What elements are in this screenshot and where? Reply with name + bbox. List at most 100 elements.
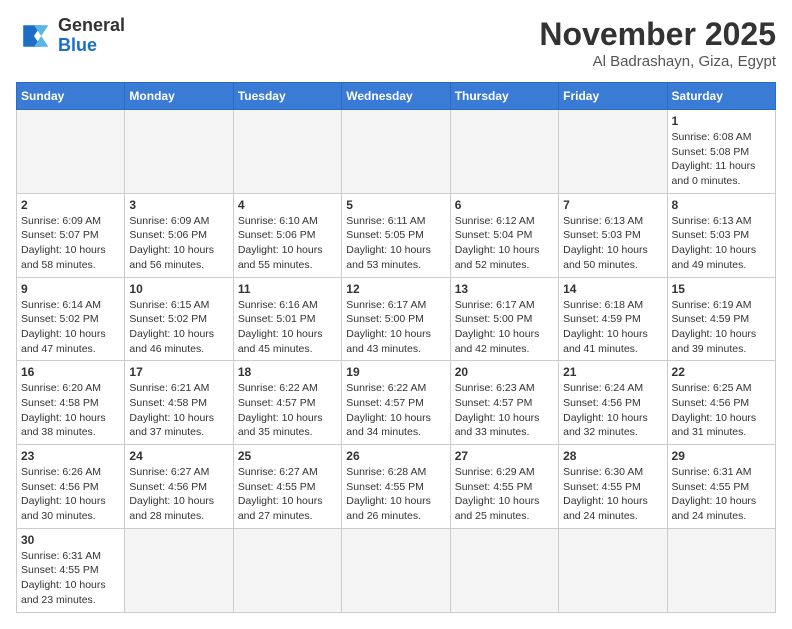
day-number: 6	[455, 198, 554, 212]
table-row: 24 Sunrise: 6:27 AM Sunset: 4:56 PM Dayli…	[125, 445, 233, 529]
table-row	[233, 110, 341, 194]
table-row: 21 Sunrise: 6:24 AM Sunset: 4:56 PM Dayli…	[559, 361, 667, 445]
table-row: 13Sunrise: 6:17 AM Sunset: 5:00 PM Dayli…	[450, 277, 558, 361]
day-info: Sunrise: 6:27 AM Sunset: 4:56 PM Dayligh…	[129, 465, 228, 524]
day-number: 17	[129, 365, 228, 379]
day-number: 18	[238, 365, 337, 379]
table-row: 20Sunrise: 6:23 AM Sunset: 4:57 PM Dayli…	[450, 361, 558, 445]
day-number: 2	[21, 198, 120, 212]
logo-text: General Blue	[58, 16, 125, 56]
calendar-week-row: 16 Sunrise: 6:20 AM Sunset: 4:58 PM Dayli…	[17, 361, 776, 445]
title-area: November 2025 Al Badrashayn, Giza, Egypt	[539, 16, 776, 70]
day-number: 19	[346, 365, 445, 379]
weekday-header-thursday: Thursday	[450, 83, 558, 110]
day-number: 16	[21, 365, 120, 379]
day-info: Sunrise: 6:11 AM Sunset: 5:05 PM Dayligh…	[346, 214, 445, 273]
table-row: 23 Sunrise: 6:26 AM Sunset: 4:56 PM Dayli…	[17, 445, 125, 529]
table-row: 10 Sunrise: 6:15 AM Sunset: 5:02 PM Dayli…	[125, 277, 233, 361]
calendar-week-row: 30Sunrise: 6:31 AM Sunset: 4:55 PM Dayli…	[17, 528, 776, 612]
day-info: Sunrise: 6:12 AM Sunset: 5:04 PM Dayligh…	[455, 214, 554, 273]
day-number: 28	[563, 449, 662, 463]
calendar: SundayMondayTuesdayWednesdayThursdayFrid…	[16, 82, 776, 613]
weekday-header-tuesday: Tuesday	[233, 83, 341, 110]
table-row: 15 Sunrise: 6:19 AM Sunset: 4:59 PM Dayli…	[667, 277, 775, 361]
day-info: Sunrise: 6:09 AM Sunset: 5:06 PM Dayligh…	[129, 214, 228, 273]
weekday-header-wednesday: Wednesday	[342, 83, 450, 110]
table-row: 28 Sunrise: 6:30 AM Sunset: 4:55 PM Dayli…	[559, 445, 667, 529]
day-number: 23	[21, 449, 120, 463]
day-info: Sunrise: 6:22 AM Sunset: 4:57 PM Dayligh…	[346, 381, 445, 440]
calendar-week-row: 9 Sunrise: 6:14 AM Sunset: 5:02 PM Daylig…	[17, 277, 776, 361]
day-info: Sunrise: 6:27 AM Sunset: 4:55 PM Dayligh…	[238, 465, 337, 524]
table-row: 29Sunrise: 6:31 AM Sunset: 4:55 PM Dayli…	[667, 445, 775, 529]
day-info: Sunrise: 6:22 AM Sunset: 4:57 PM Dayligh…	[238, 381, 337, 440]
day-number: 9	[21, 282, 120, 296]
table-row	[559, 528, 667, 612]
day-info: Sunrise: 6:17 AM Sunset: 5:00 PM Dayligh…	[455, 298, 554, 357]
day-info: Sunrise: 6:09 AM Sunset: 5:07 PM Dayligh…	[21, 214, 120, 273]
table-row: 6 Sunrise: 6:12 AM Sunset: 5:04 PM Daylig…	[450, 193, 558, 277]
table-row	[667, 528, 775, 612]
day-info: Sunrise: 6:10 AM Sunset: 5:06 PM Dayligh…	[238, 214, 337, 273]
table-row: 26Sunrise: 6:28 AM Sunset: 4:55 PM Dayli…	[342, 445, 450, 529]
table-row: 30Sunrise: 6:31 AM Sunset: 4:55 PM Dayli…	[17, 528, 125, 612]
table-row	[450, 110, 558, 194]
day-info: Sunrise: 6:29 AM Sunset: 4:55 PM Dayligh…	[455, 465, 554, 524]
table-row: 3 Sunrise: 6:09 AM Sunset: 5:06 PM Daylig…	[125, 193, 233, 277]
table-row: 4 Sunrise: 6:10 AM Sunset: 5:06 PM Daylig…	[233, 193, 341, 277]
day-number: 26	[346, 449, 445, 463]
day-number: 12	[346, 282, 445, 296]
weekday-header-sunday: Sunday	[17, 83, 125, 110]
day-number: 7	[563, 198, 662, 212]
day-number: 3	[129, 198, 228, 212]
table-row: 25 Sunrise: 6:27 AM Sunset: 4:55 PM Dayli…	[233, 445, 341, 529]
table-row: 19 Sunrise: 6:22 AM Sunset: 4:57 PM Dayli…	[342, 361, 450, 445]
location: Al Badrashayn, Giza, Egypt	[539, 53, 776, 70]
day-info: Sunrise: 6:13 AM Sunset: 5:03 PM Dayligh…	[563, 214, 662, 273]
day-number: 24	[129, 449, 228, 463]
table-row	[125, 528, 233, 612]
table-row: 2 Sunrise: 6:09 AM Sunset: 5:07 PM Daylig…	[17, 193, 125, 277]
calendar-week-row: 23 Sunrise: 6:26 AM Sunset: 4:56 PM Dayli…	[17, 445, 776, 529]
table-row	[559, 110, 667, 194]
weekday-header-row: SundayMondayTuesdayWednesdayThursdayFrid…	[17, 83, 776, 110]
day-number: 25	[238, 449, 337, 463]
day-number: 21	[563, 365, 662, 379]
day-number: 29	[672, 449, 771, 463]
day-info: Sunrise: 6:26 AM Sunset: 4:56 PM Dayligh…	[21, 465, 120, 524]
day-number: 22	[672, 365, 771, 379]
day-info: Sunrise: 6:24 AM Sunset: 4:56 PM Dayligh…	[563, 381, 662, 440]
calendar-week-row: 2 Sunrise: 6:09 AM Sunset: 5:07 PM Daylig…	[17, 193, 776, 277]
day-info: Sunrise: 6:14 AM Sunset: 5:02 PM Dayligh…	[21, 298, 120, 357]
day-info: Sunrise: 6:30 AM Sunset: 4:55 PM Dayligh…	[563, 465, 662, 524]
day-number: 8	[672, 198, 771, 212]
table-row	[450, 528, 558, 612]
day-info: Sunrise: 6:16 AM Sunset: 5:01 PM Dayligh…	[238, 298, 337, 357]
table-row	[17, 110, 125, 194]
table-row: 7 Sunrise: 6:13 AM Sunset: 5:03 PM Daylig…	[559, 193, 667, 277]
day-number: 4	[238, 198, 337, 212]
table-row	[342, 110, 450, 194]
day-number: 1	[672, 114, 771, 128]
table-row: 22 Sunrise: 6:25 AM Sunset: 4:56 PM Dayli…	[667, 361, 775, 445]
table-row	[125, 110, 233, 194]
day-info: Sunrise: 6:25 AM Sunset: 4:56 PM Dayligh…	[672, 381, 771, 440]
day-number: 20	[455, 365, 554, 379]
day-info: Sunrise: 6:21 AM Sunset: 4:58 PM Dayligh…	[129, 381, 228, 440]
day-info: Sunrise: 6:19 AM Sunset: 4:59 PM Dayligh…	[672, 298, 771, 357]
calendar-week-row: 1 Sunrise: 6:08 AM Sunset: 5:08 PM Daylig…	[17, 110, 776, 194]
day-number: 5	[346, 198, 445, 212]
day-number: 30	[21, 533, 120, 547]
day-number: 14	[563, 282, 662, 296]
day-info: Sunrise: 6:15 AM Sunset: 5:02 PM Dayligh…	[129, 298, 228, 357]
table-row: 9 Sunrise: 6:14 AM Sunset: 5:02 PM Daylig…	[17, 277, 125, 361]
month-title: November 2025	[539, 16, 776, 53]
table-row	[233, 528, 341, 612]
day-info: Sunrise: 6:20 AM Sunset: 4:58 PM Dayligh…	[21, 381, 120, 440]
day-info: Sunrise: 6:18 AM Sunset: 4:59 PM Dayligh…	[563, 298, 662, 357]
day-info: Sunrise: 6:08 AM Sunset: 5:08 PM Dayligh…	[672, 130, 771, 189]
table-row: 12 Sunrise: 6:17 AM Sunset: 5:00 PM Dayli…	[342, 277, 450, 361]
day-number: 10	[129, 282, 228, 296]
day-info: Sunrise: 6:17 AM Sunset: 5:00 PM Dayligh…	[346, 298, 445, 357]
day-number: 15	[672, 282, 771, 296]
